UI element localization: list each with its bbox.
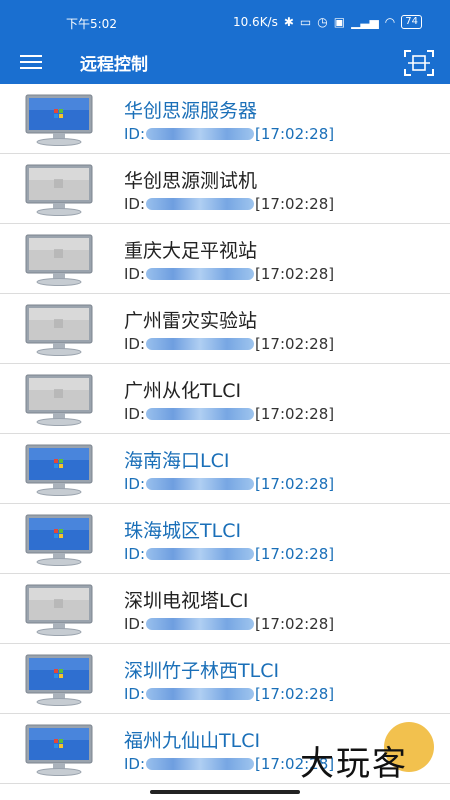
device-time: [17:02:28] — [255, 195, 335, 213]
vibrate-icon: ▭ — [299, 15, 312, 29]
network-speed: 10.6K/s — [232, 15, 278, 29]
device-row[interactable]: 华创思源服务器 ID: [17:02:28] — [0, 84, 450, 154]
blurred-device-id — [146, 408, 255, 420]
device-id-line: ID: [17:02:28] — [124, 615, 334, 633]
signal-4g-icon: ▁▃▅ — [351, 15, 379, 29]
device-id-line: ID: [17:02:28] — [124, 195, 334, 213]
alarm-icon: ◷ — [317, 15, 328, 29]
device-id-label: ID: — [124, 545, 146, 563]
blurred-device-id — [146, 338, 255, 350]
gesture-navigation-bar[interactable] — [150, 790, 300, 794]
app-bar: 远程控制 — [0, 42, 450, 84]
device-id-line: ID: [17:02:28] — [124, 125, 334, 143]
blurred-device-id — [146, 268, 255, 280]
device-time: [17:02:28] — [255, 335, 335, 353]
hamburger-menu-icon[interactable] — [20, 52, 42, 72]
device-row[interactable]: 海南海口LCI ID: [17:02:28] — [0, 434, 450, 504]
status-bar: 下午5:02 10.6K/s ✱ ▭ ◷ ▣ ▁▃▅ ◠ 74 — [0, 0, 450, 42]
device-name: 华创思源测试机 — [124, 170, 258, 192]
monitor-offline-icon — [25, 234, 93, 286]
monitor-online-icon — [25, 444, 93, 496]
monitor-offline-icon — [25, 584, 93, 636]
device-id-label: ID: — [124, 125, 146, 143]
device-row[interactable]: 重庆大足平视站 ID: [17:02:28] — [0, 224, 450, 294]
device-time: [17:02:28] — [255, 615, 335, 633]
device-id-label: ID: — [124, 615, 146, 633]
monitor-online-icon — [25, 94, 93, 146]
device-id-line: ID: [17:02:28] — [124, 685, 334, 703]
device-time: [17:02:28] — [255, 545, 335, 563]
blurred-device-id — [146, 758, 255, 770]
blurred-device-id — [146, 198, 255, 210]
device-time: [17:02:28] — [255, 265, 335, 283]
device-id-label: ID: — [124, 335, 146, 353]
device-id-line: ID: [17:02:28] — [124, 475, 334, 493]
status-icons: 10.6K/s ✱ ▭ ◷ ▣ ▁▃▅ ◠ 74 — [233, 15, 422, 29]
device-row[interactable]: 广州雷灾实验站 ID: [17:02:28] — [0, 294, 450, 364]
device-id-label: ID: — [124, 755, 146, 773]
blurred-device-id — [146, 618, 255, 630]
device-row[interactable]: 深圳竹子林西TLCI ID: [17:02:28] — [0, 644, 450, 714]
device-id-label: ID: — [124, 195, 146, 213]
watermark-logo: 大玩客 — [300, 744, 408, 784]
device-name: 深圳竹子林西TLCI — [124, 660, 280, 682]
wifi-icon: ◠ — [384, 15, 396, 29]
device-id-line: ID: [17:02:28] — [124, 545, 334, 563]
device-id-line: ID: [17:02:28] — [124, 335, 334, 353]
battery-indicator: 74 — [401, 15, 422, 29]
device-name: 深圳电视塔LCI — [124, 590, 249, 612]
device-list: 华创思源服务器 ID: [17:02:28] 华创思源测试机 ID: [17:02:28]… — [0, 84, 450, 784]
device-row[interactable]: 深圳电视塔LCI ID: [17:02:28] — [0, 574, 450, 644]
device-id-label: ID: — [124, 405, 146, 423]
bluetooth-icon: ✱ — [283, 15, 294, 29]
device-name: 福州九仙山TLCI — [124, 730, 261, 752]
device-id-line: ID: [17:02:28] — [124, 265, 334, 283]
device-name: 海南海口LCI — [124, 450, 230, 472]
device-row[interactable]: 华创思源测试机 ID: [17:02:28] — [0, 154, 450, 224]
blurred-device-id — [146, 478, 255, 490]
device-id-label: ID: — [124, 685, 146, 703]
status-time: 下午5:02 — [66, 17, 117, 31]
monitor-offline-icon — [25, 374, 93, 426]
blurred-device-id — [146, 688, 255, 700]
device-name: 重庆大足平视站 — [124, 240, 258, 262]
device-id-label: ID: — [124, 475, 146, 493]
blurred-device-id — [146, 548, 255, 560]
device-name: 广州从化TLCI — [124, 380, 242, 402]
device-time: [17:02:28] — [255, 125, 335, 143]
monitor-offline-icon — [25, 164, 93, 216]
monitor-online-icon — [25, 514, 93, 566]
device-id-label: ID: — [124, 265, 146, 283]
device-time: [17:02:28] — [255, 405, 335, 423]
device-row[interactable]: 广州从化TLCI ID: [17:02:28] — [0, 364, 450, 434]
device-name: 广州雷灾实验站 — [124, 310, 258, 332]
device-time: [17:02:28] — [255, 685, 335, 703]
device-id-line: ID: [17:02:28] — [124, 405, 334, 423]
monitor-online-icon — [25, 654, 93, 706]
hd-icon: ▣ — [333, 15, 346, 29]
device-name: 珠海城区TLCI — [124, 520, 242, 542]
device-time: [17:02:28] — [255, 475, 335, 493]
blurred-device-id — [146, 128, 255, 140]
device-row[interactable]: 珠海城区TLCI ID: [17:02:28] — [0, 504, 450, 574]
page-title: 远程控制 — [80, 55, 148, 75]
monitor-offline-icon — [25, 304, 93, 356]
device-name: 华创思源服务器 — [124, 100, 258, 122]
scan-code-icon[interactable] — [402, 48, 436, 78]
monitor-online-icon — [25, 724, 93, 776]
